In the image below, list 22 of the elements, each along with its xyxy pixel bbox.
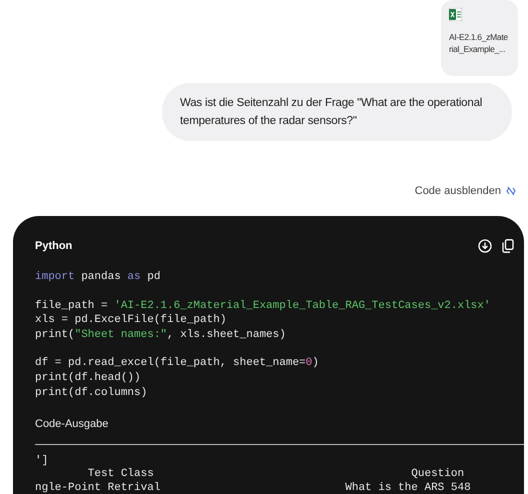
user-message: Was ist die Seitenzahl zu der Frage "What are the operational temperatures of the radar sensors?" — [162, 83, 512, 141]
file-attachment-card[interactable]: AI-E2.1.6_zMaterial_Example_... — [441, 0, 518, 76]
output-line: Test Class Question — [86, 468, 464, 482]
code-line: xls = pd.ExcelFile(file_path) — [35, 313, 226, 328]
code-line: import pandas as pd — [35, 270, 160, 285]
hide-code-button[interactable]: Code ausblenden — [414, 183, 516, 200]
language-label: Python — [35, 238, 72, 254]
output-line: ngle-Point Retrival What is the ARS 548 — [35, 482, 471, 494]
code-line: file_path = 'AI-E2.1.6_zMaterial_Example_Table_RAG_TestCases_v2.xlsx' — [35, 298, 490, 314]
spreadsheet-file-icon — [449, 8, 462, 21]
output-line: '] — [35, 454, 48, 468]
file-name: AI-E2.1.6_zMaterial_Example_... — [449, 31, 509, 55]
copy-icon — [502, 238, 514, 253]
download-button[interactable] — [478, 238, 492, 253]
copy-button[interactable] — [502, 238, 514, 253]
code-line: print(df.columns) — [35, 386, 148, 400]
code-line: print("Sheet names:", xls.sheet_names) — [35, 328, 286, 342]
download-icon — [478, 238, 492, 253]
output-heading: Code-Ausgabe — [35, 417, 108, 432]
code-line: df = pd.read_excel(file_path, sheet_name=0) — [35, 356, 319, 371]
code-line: print(df.head()) — [35, 370, 141, 386]
code-off-icon — [506, 186, 516, 196]
